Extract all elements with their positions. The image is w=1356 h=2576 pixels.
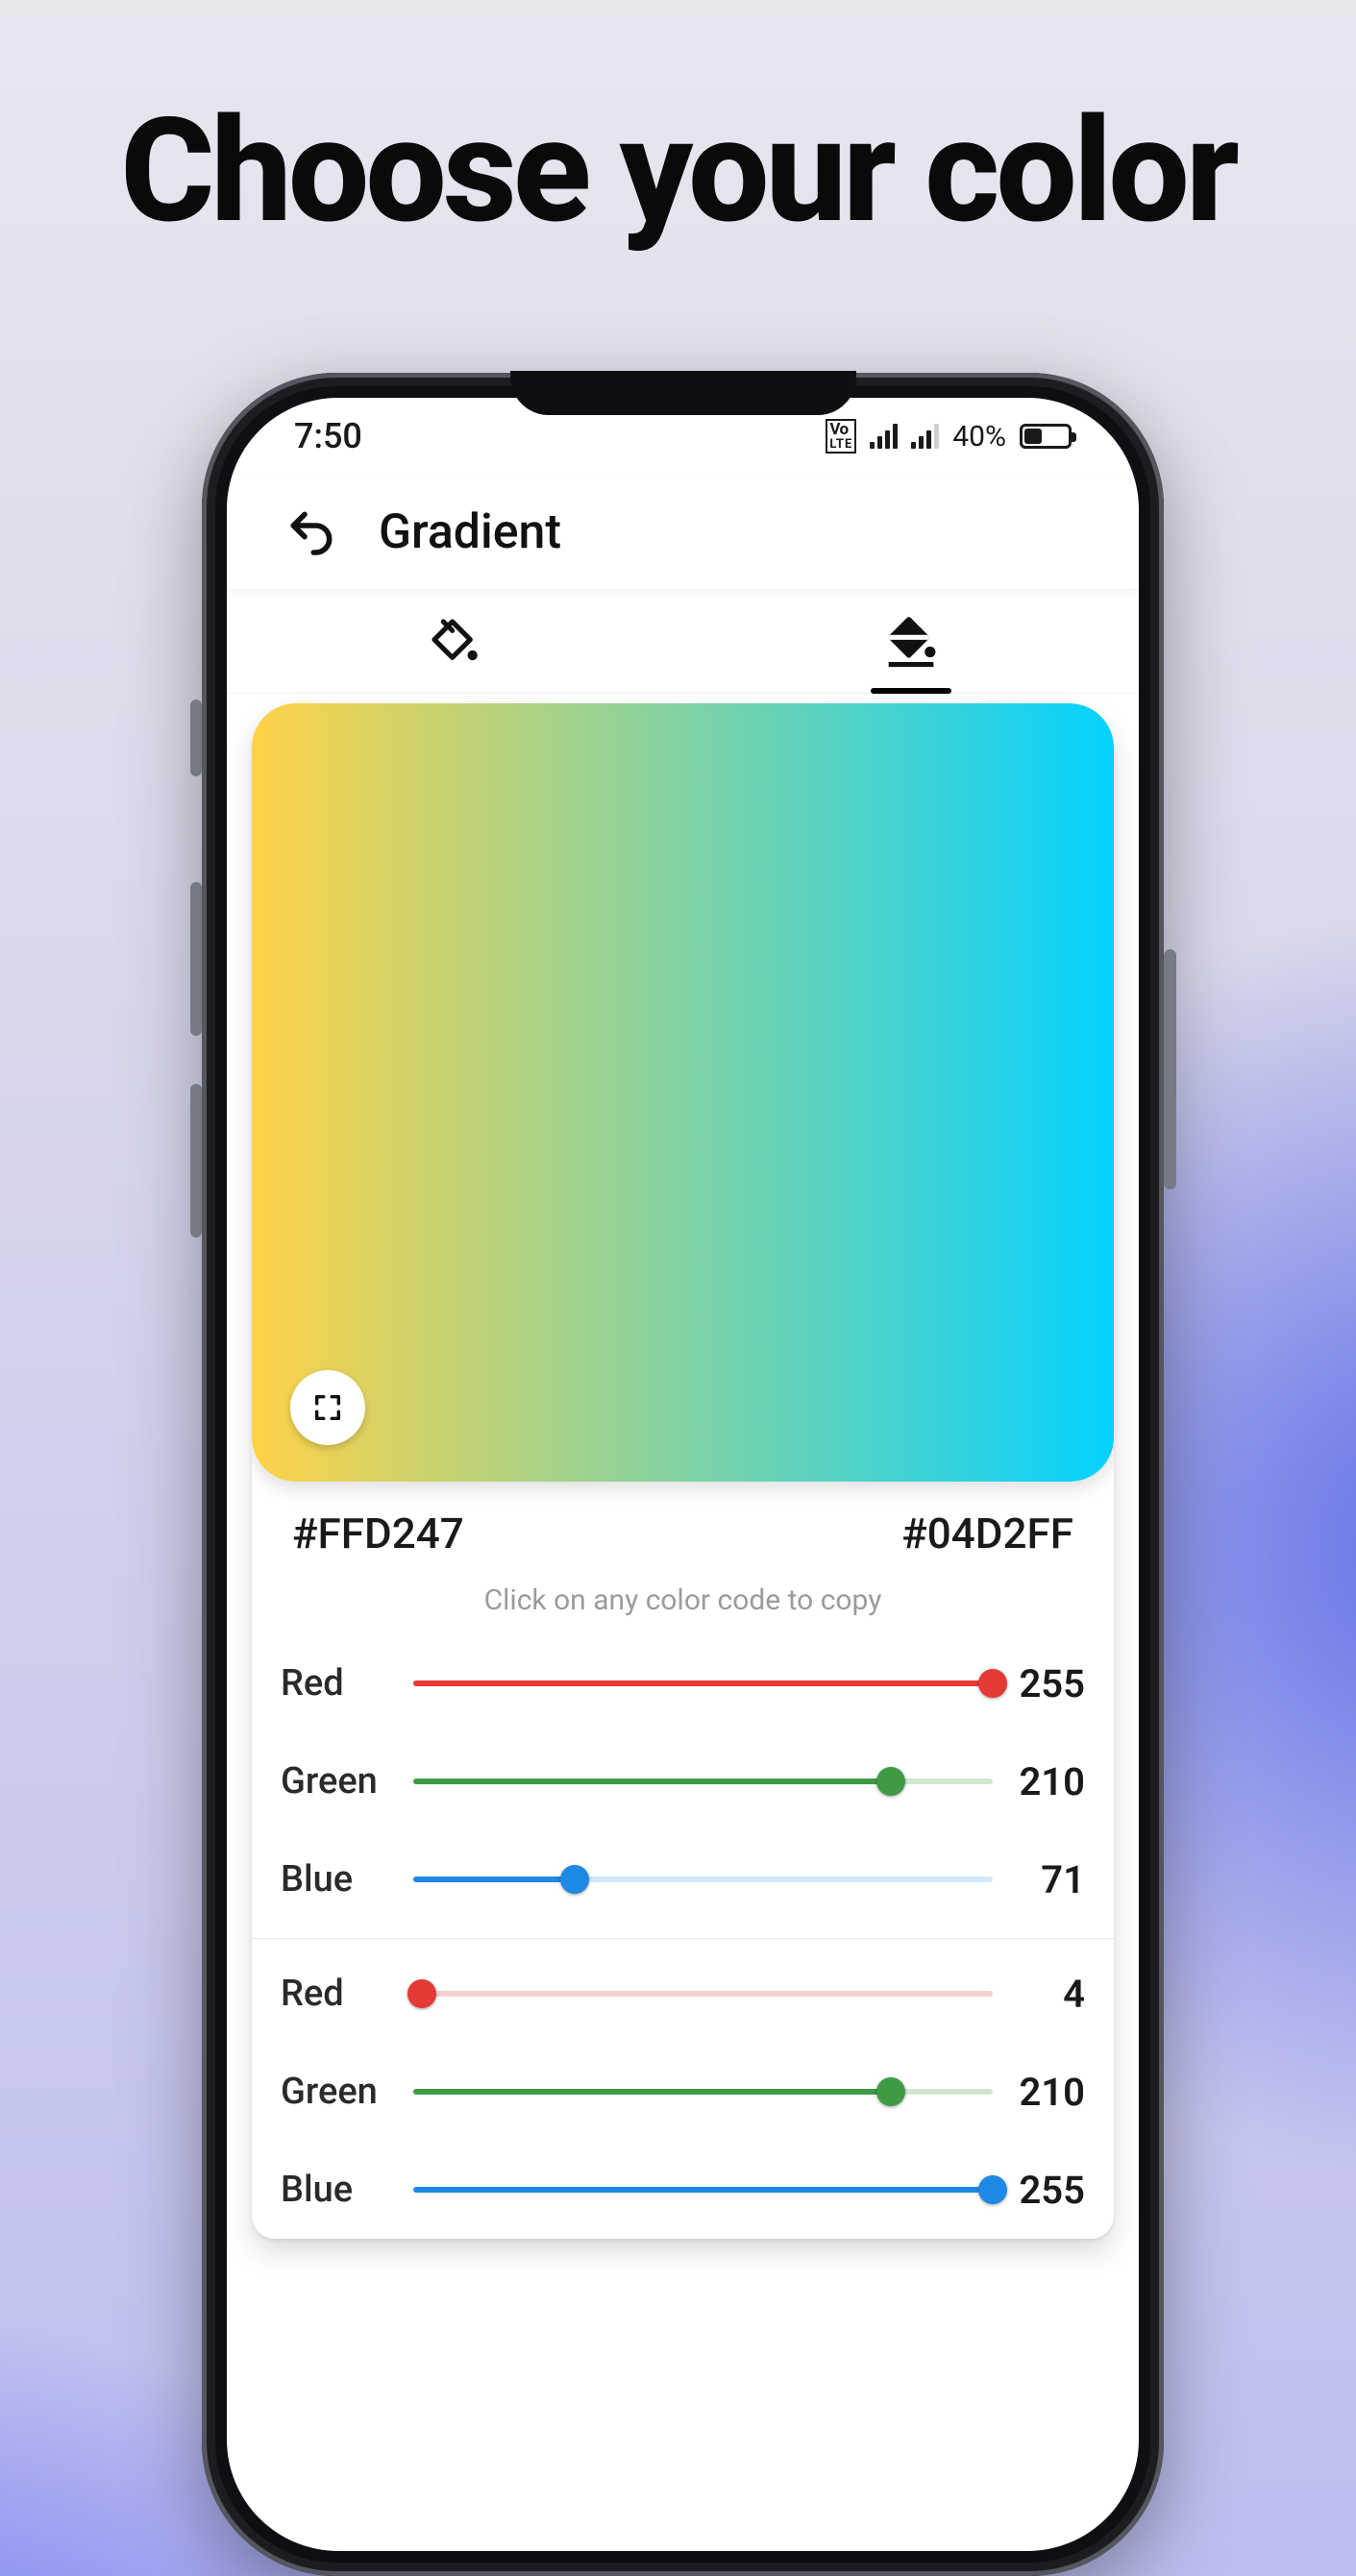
gradient-card: #FFD247 #04D2FF Click on any color code … [252,703,1114,2239]
slider-row-c1-red: Red 255 [281,1634,1085,1732]
slider-green[interactable] [413,2073,993,2111]
slider-red[interactable] [413,1664,993,1703]
volte-bottom: LTE [829,438,852,451]
expand-icon [311,1391,344,1424]
expand-button[interactable] [290,1370,365,1445]
slider-label: Blue [281,1858,413,1901]
slider-label: Red [281,1662,413,1705]
slider-label: Red [281,1973,413,2015]
slider-red[interactable] [413,1975,993,2013]
hex-right[interactable]: #04D2FF [901,1509,1073,1558]
phone-notch [510,371,856,415]
tab-gradient[interactable] [683,590,1140,693]
volte-top: Vo [829,420,848,439]
volte-icon: Vo LTE [826,419,856,454]
hex-row: #FFD247 #04D2FF [252,1482,1114,1562]
back-icon [284,505,338,559]
gradient-preview [252,703,1114,1482]
slider-value: 71 [993,1857,1085,1902]
phone-volume-down [190,1084,202,1238]
page-title: Gradient [379,504,561,560]
phone-frame: 7:50 Vo LTE 40% Gradient [202,373,1164,2576]
slider-green[interactable] [413,1762,993,1801]
hex-left[interactable]: #FFD247 [292,1509,464,1558]
page-headline: Choose your color [0,86,1356,256]
phone-volume-up [190,882,202,1036]
slider-blue[interactable] [413,2171,993,2209]
battery-icon [1020,424,1072,449]
slider-row-c2-red: Red 4 [281,1945,1085,2043]
battery-percent: 40% [952,420,1006,454]
slider-row-c1-blue: Blue 71 [281,1830,1085,1928]
signal-icon-2 [911,424,939,449]
phone-mute-switch [190,699,202,776]
tab-solid[interactable] [227,590,683,693]
phone-screen: 7:50 Vo LTE 40% Gradient [227,398,1139,2551]
signal-icon-1 [870,424,898,449]
slider-label: Green [281,2071,413,2113]
slider-value: 210 [993,2070,1085,2115]
slider-label: Blue [281,2169,413,2211]
phone-power-button [1164,949,1176,1190]
paint-bucket-fill-icon [884,615,938,669]
slider-group-color2: Red 4 Green 210 Blue 255 [252,1938,1114,2239]
status-time: 7:50 [294,416,362,456]
app-header: Gradient [227,475,1139,590]
slider-value: 4 [993,1972,1085,2017]
status-right: Vo LTE 40% [826,419,1072,454]
slider-value: 210 [993,1759,1085,1804]
slider-row-c2-blue: Blue 255 [281,2141,1085,2239]
slider-group-color1: Red 255 Green 210 Blue 71 [252,1634,1114,1928]
mode-tabs [227,590,1139,694]
back-button[interactable] [284,505,338,559]
paint-bucket-icon [428,615,481,669]
slider-row-c2-green: Green 210 [281,2043,1085,2141]
copy-hint: Click on any color code to copy [252,1562,1114,1634]
slider-row-c1-green: Green 210 [281,1732,1085,1830]
slider-label: Green [281,1760,413,1803]
slider-blue[interactable] [413,1860,993,1899]
